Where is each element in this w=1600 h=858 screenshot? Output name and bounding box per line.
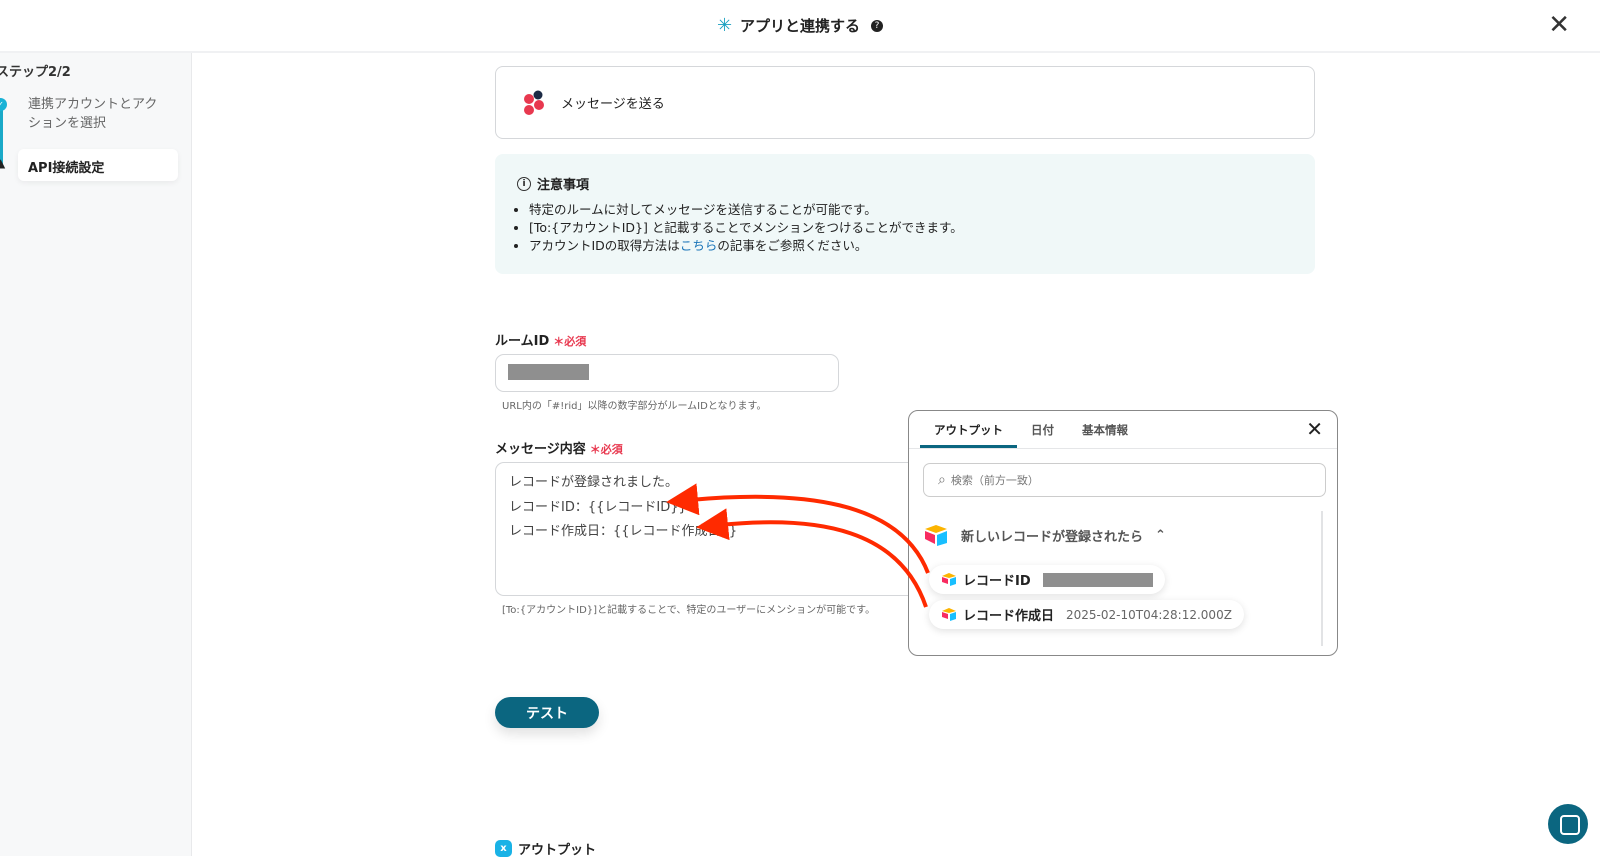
- message-hint: [To:{アカウントID}]と記載することで、特定のユーザーにメンションが可能で…: [502, 605, 876, 616]
- output-chip-record-date[interactable]: レコード作成日 2025-02-10T04:28:12.000Z: [929, 600, 1244, 629]
- chat-support-button[interactable]: [1548, 804, 1588, 844]
- check-icon: ✓: [0, 98, 7, 111]
- chatwork-icon: [524, 90, 544, 115]
- search-input[interactable]: ⌕ 検索（前方一致）: [923, 463, 1326, 497]
- page-title: アプリと連携する: [740, 17, 861, 35]
- tab-output[interactable]: アウトプット: [920, 411, 1017, 448]
- required-badge: ＊必須: [589, 443, 623, 456]
- popup-close-icon[interactable]: ✕: [1306, 417, 1323, 441]
- tab-basic-info[interactable]: 基本情報: [1068, 411, 1142, 448]
- close-icon[interactable]: ✕: [1548, 10, 1570, 40]
- step-title: ステップ2/2: [0, 65, 71, 80]
- yoom-icon: x: [495, 840, 512, 857]
- airtable-icon: [942, 608, 956, 621]
- notice-item: アカウントIDの取得方法はこちらの記事をご参照ください。: [529, 237, 1293, 255]
- tab-date[interactable]: 日付: [1017, 411, 1068, 448]
- test-button[interactable]: テスト: [495, 697, 599, 728]
- notice-item: 特定のルームに対してメッセージを送信することが可能です。: [529, 201, 1293, 219]
- redacted-value: [1042, 572, 1153, 587]
- chevron-up-icon: ⌃: [1155, 527, 1166, 543]
- header: ✳ アプリと連携する ?: [0, 0, 1600, 53]
- search-icon: ⌕: [938, 472, 946, 488]
- warning-icon: ▲: [0, 156, 6, 170]
- action-label: メッセージを送る: [561, 97, 665, 112]
- message-textarea[interactable]: レコードが登録されました。 レコードID：{{レコードID}} レコード作成日：{{…: [495, 462, 925, 596]
- room-id-label: ルームID ＊必須: [495, 334, 587, 349]
- output-section: x アウトプット: [495, 839, 596, 858]
- output-chip-record-id[interactable]: レコードID: [929, 565, 1165, 594]
- output-popup: アウトプット 日付 基本情報 ✕ ⌕ 検索（前方一致） 新しいレコードが登録された…: [908, 410, 1338, 656]
- scrollbar[interactable]: [1321, 511, 1323, 646]
- airtable-icon: [925, 525, 947, 546]
- room-id-hint: URL内の「#!rid」以降の数字部分がルームIDとなります。: [502, 401, 767, 412]
- message-label: メッセージ内容 ＊必須: [495, 442, 623, 457]
- info-icon: i: [517, 176, 531, 191]
- sidebar: ステップ2/2 ✓ 連携アカウントとアクションを選択 ▲ API接続設定: [0, 53, 192, 856]
- sidebar-step-account[interactable]: 連携アカウントとアクションを選択: [28, 95, 168, 133]
- help-icon[interactable]: ?: [871, 19, 884, 32]
- integration-icon: ✳: [716, 15, 733, 36]
- article-link[interactable]: こちら: [680, 238, 718, 253]
- redacted-value: [508, 364, 589, 380]
- trigger-group[interactable]: 新しいレコードが登録されたら ⌃: [923, 524, 1166, 546]
- action-card[interactable]: メッセージを送る: [495, 66, 1315, 139]
- required-badge: ＊必須: [553, 335, 587, 348]
- notice-box: i 注意事項 特定のルームに対してメッセージを送信することが可能です。 [To:{…: [495, 154, 1315, 274]
- notice-title: 注意事項: [537, 178, 590, 193]
- sidebar-step-api[interactable]: API接続設定: [18, 149, 178, 181]
- notice-item: [To:{アカウントID}] と記載することでメンションをつけることができます。: [529, 219, 1293, 237]
- airtable-icon: [942, 573, 956, 586]
- room-id-input[interactable]: [495, 354, 839, 392]
